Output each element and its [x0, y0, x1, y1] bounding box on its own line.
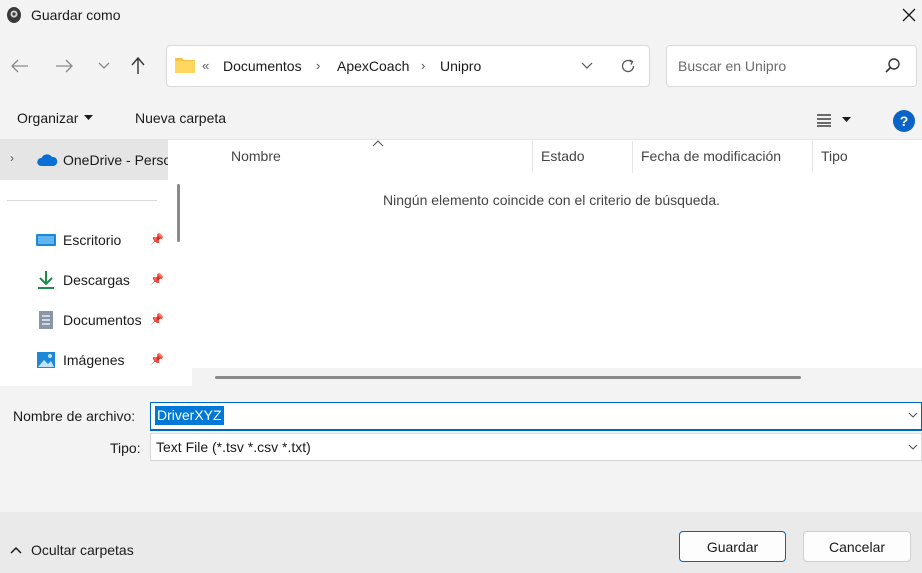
refresh-button[interactable]	[614, 52, 642, 80]
column-divider[interactable]	[632, 141, 633, 173]
pin-icon: 📌	[150, 234, 164, 246]
breadcrumb-overflow[interactable]: «	[202, 58, 209, 73]
column-header-name[interactable]: Nombre	[231, 148, 281, 164]
organize-label: Organizar	[17, 110, 79, 126]
up-button[interactable]	[124, 52, 152, 80]
title-bar	[0, 0, 922, 32]
filename-label: Nombre de archivo:	[13, 408, 136, 424]
pictures-icon	[36, 350, 56, 370]
hide-folders-label: Ocultar carpetas	[31, 542, 134, 558]
pin-icon: 📌	[150, 314, 164, 326]
filename-value[interactable]: DriverXYZ	[155, 406, 224, 425]
cancel-button[interactable]: Cancelar	[803, 531, 911, 562]
back-button[interactable]	[6, 52, 34, 80]
forward-button[interactable]	[50, 52, 78, 80]
save-button[interactable]: Guardar	[679, 531, 786, 562]
empty-message: Ningún elemento coincide con el criterio…	[383, 192, 720, 208]
hide-folders-button[interactable]: Ocultar carpetas	[10, 542, 134, 558]
documents-icon	[36, 310, 56, 330]
chevron-down-icon	[581, 62, 593, 69]
folder-icon	[175, 56, 195, 73]
column-divider[interactable]	[532, 141, 533, 173]
sidebar-scrollbar[interactable]	[177, 184, 180, 242]
sidebar-item-label: Descargas	[63, 272, 130, 288]
address-dropdown-button[interactable]	[576, 52, 598, 80]
sidebar-item-label: Imágenes	[63, 352, 125, 368]
arrow-up-icon	[131, 57, 145, 74]
help-button[interactable]: ?	[893, 110, 915, 132]
file-list[interactable]	[190, 140, 922, 386]
list-view-icon	[817, 114, 831, 127]
column-header-type[interactable]: Tipo	[821, 148, 848, 164]
pin-icon: 📌	[150, 274, 164, 286]
column-divider[interactable]	[812, 141, 813, 173]
chevron-right-icon[interactable]: ›	[10, 151, 14, 165]
breadcrumb-separator-icon[interactable]: ›	[316, 58, 320, 73]
search-placeholder: Buscar en Unipro	[678, 58, 787, 74]
chevron-down-icon	[98, 62, 110, 69]
download-icon	[36, 270, 56, 290]
sidebar-item-label: Escritorio	[63, 232, 122, 248]
breadcrumb-separator-icon[interactable]: ›	[421, 58, 425, 73]
view-options-button[interactable]	[816, 109, 862, 131]
chevron-down-icon[interactable]	[906, 408, 920, 422]
column-header-date-modified[interactable]: Fecha de modificación	[641, 148, 781, 164]
onedrive-cloud-icon	[36, 153, 58, 167]
close-button[interactable]	[896, 2, 922, 28]
column-header-status[interactable]: Estado	[541, 148, 585, 164]
breadcrumb-apexcoach[interactable]: ApexCoach	[337, 58, 409, 74]
arrow-left-icon	[11, 59, 28, 73]
new-folder-button[interactable]: Nueva carpeta	[135, 110, 226, 126]
sidebar-item-label: Documentos	[63, 312, 142, 328]
caret-down-icon	[84, 115, 94, 120]
search-icon[interactable]	[884, 57, 902, 75]
organize-button[interactable]: Organizar	[17, 110, 94, 126]
breadcrumb-unipro[interactable]: Unipro	[440, 58, 481, 74]
desktop-icon	[36, 230, 56, 250]
sidebar-item-label: OneDrive - Personal	[63, 152, 168, 168]
divider	[7, 200, 157, 201]
sort-ascending-icon	[372, 136, 384, 147]
chevron-up-icon	[10, 546, 22, 554]
app-icon	[6, 6, 22, 24]
close-icon	[902, 8, 916, 22]
breadcrumb-documentos[interactable]: Documentos	[223, 58, 302, 74]
type-value[interactable]: Text File (*.tsv *.csv *.txt)	[156, 439, 311, 455]
type-label: Tipo:	[110, 440, 141, 456]
window-title: Guardar como	[31, 7, 121, 23]
filename-field[interactable]	[150, 402, 922, 431]
pin-icon: 📌	[150, 354, 164, 366]
chevron-down-icon[interactable]	[906, 440, 920, 454]
scrollbar-thumb[interactable]	[215, 376, 801, 379]
refresh-icon	[621, 59, 635, 73]
recent-locations-button[interactable]	[90, 52, 118, 80]
arrow-right-icon	[56, 59, 73, 73]
caret-down-icon	[842, 117, 851, 122]
